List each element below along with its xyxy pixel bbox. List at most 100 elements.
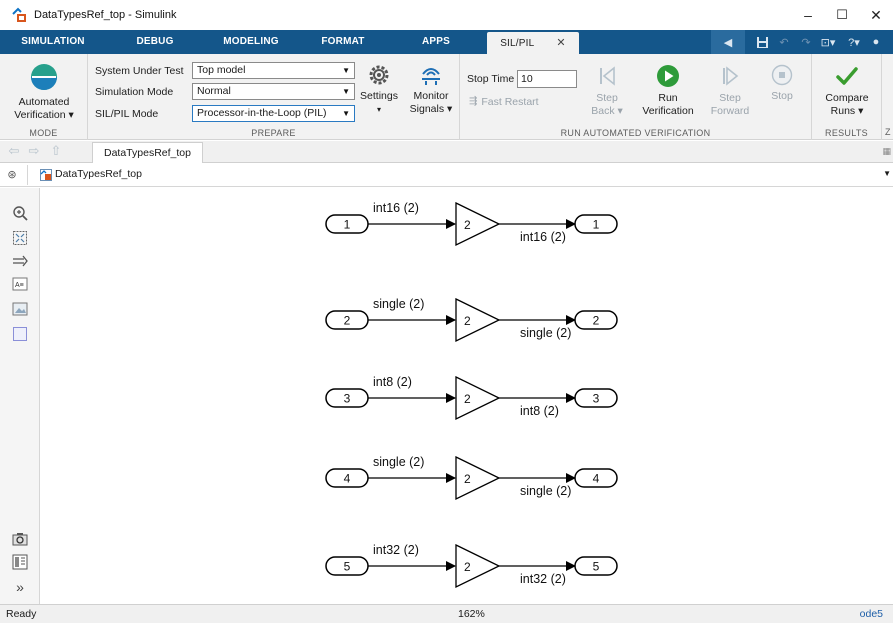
status-bar: Ready 162% ode5 — [0, 604, 893, 623]
checkmark-icon — [835, 64, 859, 88]
settings-button[interactable]: Settings ▾ — [356, 64, 402, 116]
step-forward-button[interactable]: Step Forward — [706, 64, 754, 118]
automated-verification-label-2: Verification ▾ — [14, 109, 74, 121]
expand-palette-icon[interactable]: » — [11, 578, 29, 596]
signal-line-icon[interactable] — [11, 252, 29, 270]
sil-pil-mode-dropdown[interactable]: Processor-in-the-Loop (PIL) ▼ — [192, 105, 355, 122]
tab-sil-pil[interactable]: SIL/PIL ✕ — [487, 32, 579, 54]
settings-caret: ▾ — [376, 105, 381, 114]
ribbon-tab-strip: SIMULATION DEBUG MODELING FORMAT APPS SI… — [0, 30, 893, 54]
zoom-icon[interactable] — [11, 204, 29, 222]
stop-label: Stop — [771, 90, 793, 102]
forward-arrow-icon[interactable]: ⇨ — [26, 143, 42, 159]
fit-to-view-icon[interactable] — [11, 229, 29, 247]
gain-block[interactable] — [455, 201, 501, 247]
property-inspector-icon[interactable] — [11, 553, 29, 571]
inport-number: 2 — [344, 314, 351, 328]
area-box-icon[interactable] — [11, 325, 29, 343]
gain-block[interactable] — [455, 375, 501, 421]
step-back-label-1: Step — [596, 92, 618, 104]
left-palette: A≡ » — [0, 188, 40, 604]
monitor-signals-label-2: Signals ▾ — [409, 103, 453, 115]
ribbon-section-mode: Automated Verification ▾ MODE — [0, 54, 88, 140]
annotation-icon[interactable]: A≡ — [11, 275, 29, 293]
output-type-label: single (2) — [520, 326, 571, 340]
quick-access-toolbar: ◀ ↶ ↷ ⊡▾ ?▾ ● — [711, 30, 893, 54]
run-label-1: Run — [658, 92, 678, 104]
back-arrow-icon[interactable]: ⇦ — [6, 143, 22, 159]
inport-number: 1 — [344, 218, 351, 232]
breadcrumb-divider — [27, 165, 28, 185]
section-label-prepare: PREPARE — [251, 128, 296, 138]
chevron-down-icon: ▼ — [342, 109, 350, 118]
close-icon[interactable]: ✕ — [556, 37, 565, 49]
tab-simulation[interactable]: SIMULATION — [12, 30, 94, 54]
gain-block[interactable] — [455, 455, 501, 501]
fast-restart-toggle[interactable]: ⇶ Fast Restart — [469, 93, 539, 110]
automated-verification-button[interactable]: Automated Verification ▾ — [2, 62, 86, 122]
fast-restart-icon: ⇶ — [469, 96, 478, 107]
image-icon[interactable] — [11, 300, 29, 318]
tab-debug[interactable]: DEBUG — [122, 30, 188, 54]
window-title: DataTypesRef_top - Simulink — [34, 9, 177, 21]
gain-value: 2 — [464, 392, 471, 406]
solver-link[interactable]: ode5 — [860, 605, 883, 623]
up-arrow-icon[interactable]: ⇧ — [48, 143, 64, 159]
stop-icon — [771, 64, 793, 86]
step-forward-label-2: Forward — [710, 105, 750, 117]
step-back-icon — [595, 64, 619, 88]
monitor-signals-label-1: Monitor — [413, 90, 449, 102]
ribbon: Automated Verification ▾ MODE System Und… — [0, 54, 893, 140]
breadcrumb-model[interactable]: DataTypesRef_top — [55, 168, 142, 180]
run-verification-button[interactable]: Run Verification — [636, 64, 700, 118]
outport-number: 3 — [593, 392, 600, 406]
stop-time-label: Stop Time — [467, 72, 515, 85]
svg-text:A≡: A≡ — [15, 282, 24, 289]
quick-access-menu-icon[interactable]: ⊡▾ — [819, 34, 837, 50]
stop-time-input[interactable]: 10 — [517, 70, 577, 88]
gain-value: 2 — [464, 472, 471, 486]
redo-icon[interactable]: ↷ — [797, 34, 815, 50]
step-forward-label-1: Step — [719, 92, 741, 104]
expand-icon[interactable]: ● — [867, 34, 885, 50]
inport-number: 3 — [344, 392, 351, 406]
system-under-test-value: Top model — [197, 64, 246, 76]
tab-sil-pil-label: SIL/PIL — [500, 38, 535, 49]
model-tab[interactable]: DataTypesRef_top — [92, 142, 203, 163]
run-label-2: Verification — [642, 105, 694, 117]
minimize-button[interactable]: – — [791, 0, 825, 30]
simulation-mode-dropdown[interactable]: Normal ▼ — [192, 83, 355, 100]
automated-verification-icon — [29, 62, 59, 92]
input-type-label: int8 (2) — [373, 375, 412, 389]
collapse-toolstrip-icon[interactable]: ◀ — [719, 34, 737, 50]
monitor-signals-button[interactable]: Monitor Signals ▾ — [404, 64, 458, 116]
tab-modeling[interactable]: MODELING — [208, 30, 294, 54]
chevron-down-icon[interactable]: ▼ — [883, 169, 891, 178]
tab-format[interactable]: FORMAT — [308, 30, 378, 54]
undo-icon[interactable]: ↶ — [775, 34, 793, 50]
camera-icon[interactable] — [11, 530, 29, 548]
maximize-button[interactable]: ☐ — [825, 0, 859, 30]
outport-number: 2 — [593, 314, 600, 328]
help-icon[interactable]: ?▾ — [845, 34, 863, 50]
explorer-bar-icon[interactable]: ▦ — [882, 146, 891, 157]
gain-block[interactable] — [455, 543, 501, 589]
gain-value: 2 — [464, 560, 471, 574]
save-icon[interactable] — [753, 34, 771, 50]
section-label-results: RESULTS — [825, 128, 868, 138]
gain-block[interactable] — [455, 297, 501, 343]
compare-runs-label-2: Runs ▾ — [830, 105, 864, 117]
step-back-button[interactable]: Step Back ▾ — [583, 64, 631, 118]
outport-number: 1 — [593, 218, 600, 232]
sil-pil-mode-label: SIL/PIL Mode — [95, 107, 159, 120]
fast-restart-label: Fast Restart — [481, 95, 539, 108]
compare-runs-button[interactable]: Compare Runs ▾ — [816, 64, 878, 118]
hide-show-browser-icon[interactable]: ⊛ — [4, 167, 20, 183]
tab-apps[interactable]: APPS — [408, 30, 464, 54]
system-under-test-dropdown[interactable]: Top model ▼ — [192, 62, 355, 79]
section-label-mode: MODE — [29, 128, 58, 138]
close-button[interactable]: ✕ — [859, 0, 893, 30]
stop-button[interactable]: Stop — [762, 64, 802, 103]
ribbon-section-prepare: System Under Test Simulation Mode SIL/PI… — [88, 54, 460, 140]
model-canvas[interactable]: 1 int16 (2) 2 int16 (2) 1 2 single (2) 2 single … — [41, 188, 893, 604]
